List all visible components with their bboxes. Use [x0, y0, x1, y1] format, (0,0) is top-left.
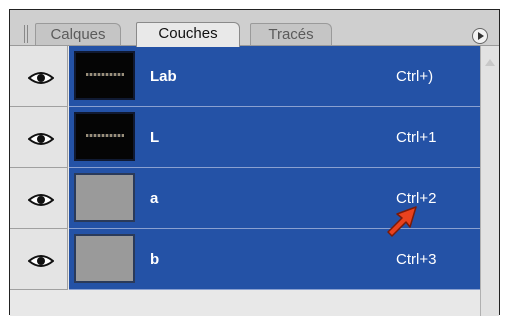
visibility-toggle[interactable]: [10, 46, 68, 107]
arrow-pointer-icon: [387, 206, 417, 237]
channel-selection: L Ctrl+1: [69, 107, 480, 168]
visibility-toggle[interactable]: [10, 168, 68, 229]
eye-icon: [28, 133, 54, 145]
channel-row-lab[interactable]: Lab Ctrl+): [10, 46, 480, 107]
channel-list: Lab Ctrl+) L Ctrl+1 a Ctrl+2 b Ctrl+3: [10, 46, 480, 316]
channel-shortcut: Ctrl+3: [396, 251, 437, 268]
tab-traces[interactable]: Tracés: [250, 23, 332, 45]
eye-icon: [28, 194, 54, 206]
channel-shortcut: Ctrl+): [396, 68, 434, 85]
scroll-up-icon[interactable]: [485, 59, 495, 66]
channel-thumbnail: [74, 173, 135, 222]
channel-thumbnail: [74, 234, 135, 283]
channel-shortcut: Ctrl+1: [396, 129, 437, 146]
channels-panel: Calques Couches Tracés Lab Ctrl+) L Ctrl…: [9, 9, 500, 316]
channel-name: b: [150, 251, 160, 268]
channel-thumbnail: [74, 112, 135, 161]
channel-row-l[interactable]: L Ctrl+1: [10, 107, 480, 168]
channel-selection: b Ctrl+3: [69, 229, 480, 290]
panel-grip-icon[interactable]: [24, 25, 30, 43]
tab-calques[interactable]: Calques: [35, 23, 121, 45]
channel-name: Lab: [150, 68, 177, 85]
scrollbar[interactable]: [480, 46, 499, 316]
tab-couches[interactable]: Couches: [136, 22, 240, 47]
visibility-toggle[interactable]: [10, 107, 68, 168]
channel-row-b[interactable]: b Ctrl+3: [10, 229, 480, 290]
eye-icon: [28, 72, 54, 84]
tab-bar: Calques Couches Tracés: [10, 10, 499, 47]
channel-name: L: [150, 129, 160, 146]
channel-name: a: [150, 190, 159, 207]
visibility-toggle[interactable]: [10, 229, 68, 290]
panel-menu-icon[interactable]: [472, 28, 488, 44]
eye-icon: [28, 255, 54, 267]
channel-selection: Lab Ctrl+): [69, 46, 480, 107]
channel-thumbnail: [74, 51, 135, 100]
